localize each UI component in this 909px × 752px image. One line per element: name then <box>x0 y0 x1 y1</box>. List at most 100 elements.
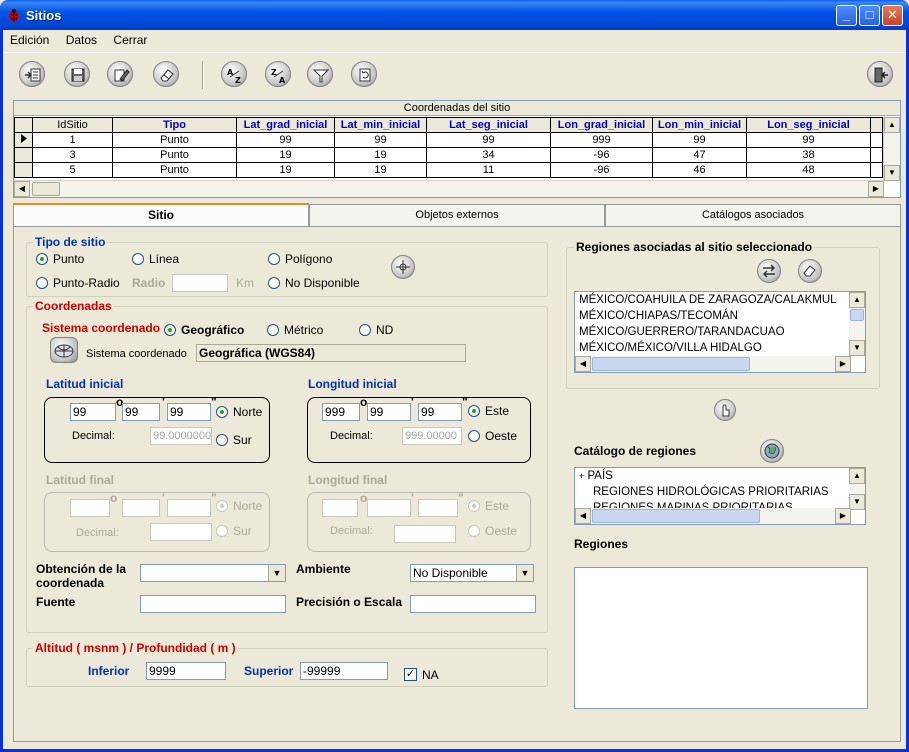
cell[interactable]: 99 <box>746 132 871 148</box>
radio-metrico[interactable] <box>267 324 279 336</box>
cell[interactable]: 1 <box>32 132 113 148</box>
tree-item[interactable]: REGIONES HIDROLÓGICAS PRIORITARIAS <box>575 484 865 500</box>
table-row[interactable]: 3 Punto 19 19 34 -96 47 38 <box>14 147 883 163</box>
scroll-down-icon[interactable]: ▼ <box>849 340 865 356</box>
coordinates-grid[interactable]: Coordenadas del sitio IdSitio Tipo Lat_g… <box>13 100 901 198</box>
scroll-thumb[interactable] <box>850 309 864 321</box>
chevron-down-icon[interactable]: ▼ <box>268 565 285 581</box>
lat-fin-seg-input[interactable] <box>167 499 211 517</box>
radio-oeste[interactable] <box>468 430 480 442</box>
scroll-up-icon[interactable]: ▲ <box>849 292 865 308</box>
close-button[interactable]: ✕ <box>882 5 903 26</box>
tab-sitio[interactable]: Sitio <box>13 203 309 227</box>
catalogo-tree[interactable]: + PAÍS REGIONES HIDROLÓGICAS PRIORITARIA… <box>574 467 866 525</box>
regiones-list[interactable] <box>574 567 868 709</box>
radio-linea[interactable] <box>132 253 144 265</box>
chevron-down-icon[interactable]: ▼ <box>516 565 533 581</box>
list-horizontal-scrollbar[interactable]: ◀ ▶ <box>575 356 851 372</box>
lon-fin-seg-input[interactable] <box>418 499 458 517</box>
cell[interactable]: 19 <box>334 162 427 178</box>
cell[interactable]: Punto <box>112 132 237 148</box>
swap-icon[interactable] <box>757 259 781 283</box>
filter-icon[interactable] <box>307 61 333 87</box>
fuente-input[interactable] <box>140 595 286 613</box>
col-idsitio[interactable]: IdSitio <box>32 117 113 133</box>
list-item[interactable]: MÉXICO/COAHUILA DE ZARAGOZA/CALAKMUL <box>575 292 865 308</box>
grid-globe-icon[interactable] <box>50 337 78 363</box>
tab-objetos-externos[interactable]: Objetos externos <box>309 204 605 226</box>
cell[interactable]: 34 <box>426 147 551 163</box>
cell[interactable]: 19 <box>236 147 335 163</box>
cell[interactable]: 19 <box>236 162 335 178</box>
lon-fin-decimal-input[interactable] <box>394 525 456 543</box>
lon-fin-grad-input[interactable] <box>322 499 358 517</box>
list-vertical-scrollbar[interactable]: ▲ ▼ <box>849 292 865 356</box>
tab-catalogos-asociados[interactable]: Catálogos asociados <box>605 204 901 226</box>
tree-horizontal-scrollbar[interactable]: ◀ ▶ <box>575 508 851 524</box>
scroll-thumb[interactable] <box>32 182 60 196</box>
radio-nd[interactable] <box>359 324 371 336</box>
erase-icon[interactable] <box>153 61 179 87</box>
radio-este[interactable] <box>468 405 480 417</box>
col-tipo[interactable]: Tipo <box>112 117 237 133</box>
tree-vertical-scrollbar[interactable]: ▲ ▼ <box>849 468 865 510</box>
radio-poligono[interactable] <box>268 253 280 265</box>
cell[interactable]: 3 <box>32 147 113 163</box>
list-item[interactable]: MÉXICO/GUERRERO/TARANDACUAO <box>575 324 865 340</box>
scroll-thumb[interactable] <box>592 357 750 371</box>
cell[interactable]: 99 <box>426 132 551 148</box>
radio-geografico[interactable] <box>164 324 176 336</box>
scroll-right-icon[interactable]: ▶ <box>835 508 851 524</box>
table-row[interactable]: 5 Punto 19 19 11 -96 46 48 <box>14 162 883 178</box>
globe-icon[interactable] <box>760 439 784 463</box>
insert-record-icon[interactable] <box>19 61 45 87</box>
lat-fin-decimal-input[interactable] <box>150 523 212 541</box>
cell[interactable]: 999 <box>550 132 653 148</box>
ambiente-select[interactable]: No Disponible ▼ <box>410 564 534 582</box>
scroll-up-icon[interactable]: ▲ <box>884 117 900 133</box>
lon-ini-decimal-input[interactable]: 999.00000 <box>402 427 462 445</box>
erase-icon[interactable] <box>798 259 822 283</box>
menu-cerrar[interactable]: Cerrar <box>106 30 153 47</box>
maximize-button[interactable]: □ <box>859 5 880 26</box>
scroll-up-icon[interactable]: ▲ <box>849 468 865 484</box>
hand-pointer-icon[interactable] <box>714 399 736 421</box>
radio-norte[interactable] <box>216 406 228 418</box>
col-lat-seg[interactable]: Lat_seg_inicial <box>426 117 551 133</box>
superior-input[interactable]: -99999 <box>300 662 388 680</box>
cell[interactable]: 47 <box>652 147 747 163</box>
cell[interactable]: 48 <box>746 162 871 178</box>
radio-oeste-final[interactable] <box>468 525 480 537</box>
precision-input[interactable] <box>410 595 536 613</box>
cell[interactable]: Punto <box>112 162 237 178</box>
col-lon-seg[interactable]: Lon_seg_inicial <box>746 117 871 133</box>
exit-icon[interactable] <box>867 61 893 87</box>
cell[interactable]: 99 <box>334 132 427 148</box>
save-icon[interactable] <box>64 61 90 87</box>
cell[interactable]: 38 <box>746 147 871 163</box>
scroll-down-icon[interactable]: ▼ <box>884 165 900 181</box>
cell[interactable]: -96 <box>550 147 653 163</box>
cell[interactable]: 99 <box>652 132 747 148</box>
sort-desc-icon[interactable]: ZA <box>265 61 291 87</box>
table-row[interactable]: 1 Punto 99 99 99 999 99 99 <box>14 132 883 148</box>
refresh-icon[interactable] <box>351 61 377 87</box>
na-checkbox[interactable]: ✓ <box>404 668 417 681</box>
menu-edicion[interactable]: Edición <box>3 30 55 47</box>
menu-datos[interactable]: Datos <box>59 30 103 47</box>
lon-ini-seg-input[interactable]: 99 <box>418 403 462 421</box>
lat-ini-grad-input[interactable]: 99 <box>70 403 116 421</box>
lat-fin-min-input[interactable] <box>122 499 160 517</box>
scroll-left-icon[interactable]: ◀ <box>14 181 30 197</box>
scroll-right-icon[interactable]: ▶ <box>868 181 884 197</box>
sort-asc-icon[interactable]: AZ <box>221 61 247 87</box>
lon-ini-min-input[interactable]: 99 <box>367 403 411 421</box>
tree-item-pais[interactable]: + PAÍS <box>575 468 865 484</box>
col-lon-min[interactable]: Lon_min_inicial <box>652 117 747 133</box>
lat-ini-decimal-input[interactable]: 99.0000000 <box>150 427 212 445</box>
tree-item[interactable]: REGIONES MARINAS PRIORITARIAS <box>575 500 865 508</box>
cell[interactable]: 19 <box>334 147 427 163</box>
cell[interactable]: Punto <box>112 147 237 163</box>
scroll-right-icon[interactable]: ▶ <box>835 356 851 372</box>
radio-este-final[interactable] <box>468 500 480 512</box>
